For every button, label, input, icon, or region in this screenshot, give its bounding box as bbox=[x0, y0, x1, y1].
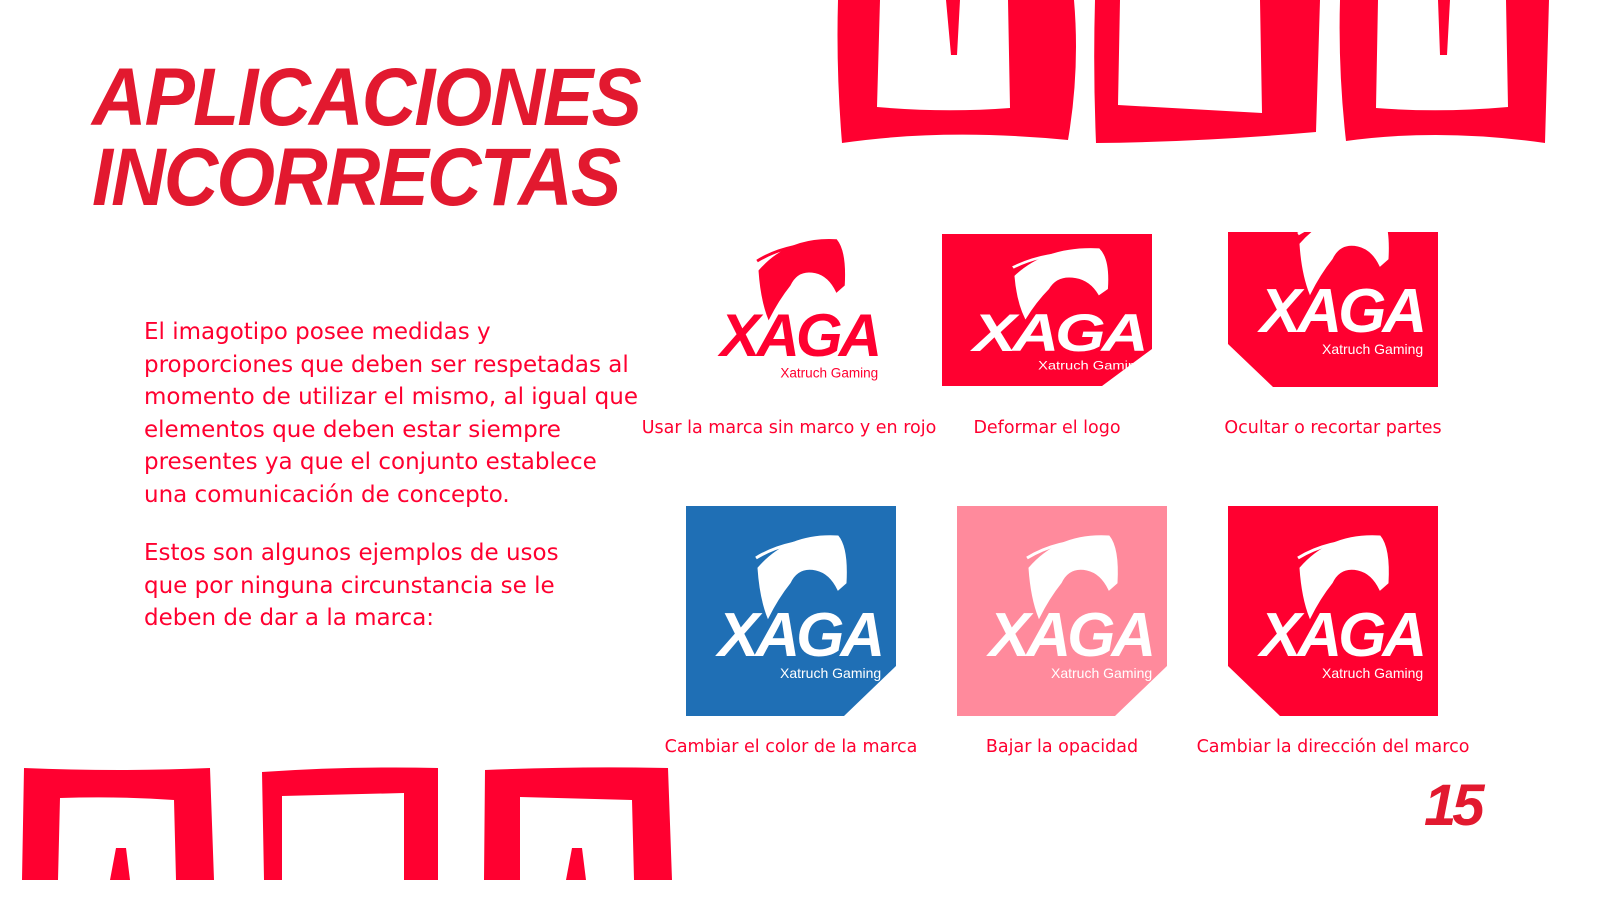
logo-tagline: Xatruch Gaming bbox=[780, 365, 878, 380]
logo-wordmark: XAGA bbox=[715, 601, 881, 670]
logo-tagline: Xatruch Gaming bbox=[1322, 341, 1423, 357]
logo-wordmark: XAGA bbox=[986, 601, 1152, 670]
caption-deformed: Deformar el logo bbox=[973, 418, 1121, 438]
caption-color: Cambiar el color de la marca bbox=[664, 737, 918, 757]
example-color-changed: XAGA Xatruch Gaming bbox=[686, 506, 896, 716]
bottom-frame-3 bbox=[484, 767, 672, 880]
logo-wordmark: XAGA bbox=[717, 302, 878, 369]
title-line-2: INCORRECTAS bbox=[92, 132, 621, 223]
example-cropped-logo: XAGA Xatruch Gaming bbox=[1228, 232, 1438, 387]
top-frame-2 bbox=[1094, 0, 1320, 143]
top-frame-3 bbox=[1339, 0, 1549, 143]
intro-paragraph: El imagotipo posee medidas y proporcione… bbox=[144, 319, 638, 508]
example-low-opacity: XAGA Xatruch Gaming bbox=[957, 506, 1167, 716]
caption-cropped: Ocultar o recortar partes bbox=[1224, 418, 1442, 438]
logo-wordmark: XAGA bbox=[970, 303, 1145, 363]
example-logo-no-frame: XAGA Xatruch Gaming bbox=[717, 238, 883, 380]
bottom-frame-2 bbox=[262, 767, 438, 880]
top-frame-1 bbox=[837, 0, 1076, 143]
title-line-1: APLICACIONES bbox=[92, 52, 642, 143]
examples-paragraph: Estos son algunos ejemplos de usos que p… bbox=[144, 540, 559, 632]
bottom-frame-1 bbox=[22, 768, 214, 880]
logo-wordmark: XAGA bbox=[1257, 601, 1423, 670]
caption-frame-direction: Cambiar la dirección del marco bbox=[1196, 737, 1470, 757]
caption-no-frame: Usar la marca sin marco y en rojo bbox=[641, 418, 937, 438]
logo-tagline: Xatruch Gaming bbox=[1038, 359, 1144, 372]
caption-opacity: Bajar la opacidad bbox=[985, 737, 1139, 757]
page-title: APLICACIONES INCORRECTAS bbox=[92, 52, 642, 223]
logo-wordmark: XAGA bbox=[1257, 277, 1423, 346]
example-deformed-logo: XAGA Xatruch Gaming bbox=[942, 234, 1152, 386]
example-frame-direction: XAGA Xatruch Gaming bbox=[1228, 506, 1438, 716]
logo-tagline: Xatruch Gaming bbox=[1051, 665, 1152, 681]
page-number: 15 bbox=[1424, 773, 1484, 838]
logo-tagline: Xatruch Gaming bbox=[1322, 665, 1423, 681]
logo-tagline: Xatruch Gaming bbox=[780, 665, 881, 681]
